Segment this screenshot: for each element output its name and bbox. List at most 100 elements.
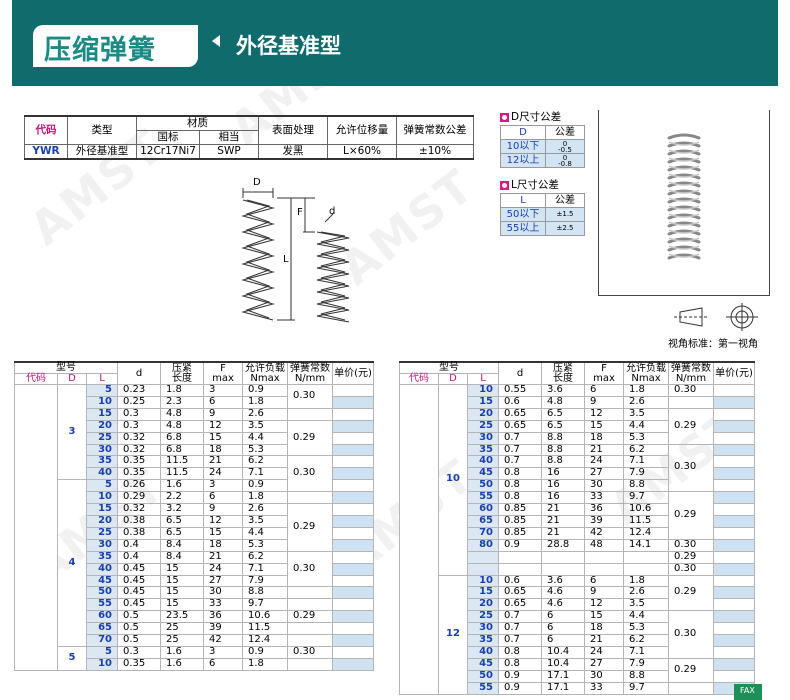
info-std-header: 国标 <box>136 130 200 145</box>
cell-solid: 11.5 <box>160 455 204 469</box>
d-cell: 3 <box>57 383 87 481</box>
cell-solid <box>541 562 585 576</box>
cell-rate: 0.30 <box>668 384 714 397</box>
cell-load: 3.5 <box>242 419 288 433</box>
header-L: L <box>467 373 499 385</box>
cell-load: 12.4 <box>623 526 669 540</box>
cell-rate <box>287 634 333 647</box>
cell-L: 40 <box>86 467 118 481</box>
info-type: 外径基准型 <box>67 144 137 160</box>
cell-solid: 21 <box>541 514 585 528</box>
cell-L: 25 <box>467 610 499 624</box>
cell-load: 8.8 <box>623 669 669 683</box>
cell-load: 4.4 <box>242 526 288 540</box>
cell-L: 30 <box>467 622 499 636</box>
circle-bullet-icon <box>500 112 509 122</box>
cell-d: 0.8 <box>498 467 542 481</box>
cell-rate: 0.30 <box>668 562 714 576</box>
cell-rate <box>287 586 333 600</box>
cell-rate: 0.30 <box>287 645 333 659</box>
cell-F: 24 <box>584 645 624 659</box>
header-solid-2: 长度 <box>172 372 192 384</box>
cell-price <box>332 455 374 469</box>
cell-load: 2.6 <box>623 395 669 409</box>
cell-L <box>467 562 499 576</box>
cell-L: 30 <box>86 443 118 457</box>
cell-L: 5 <box>86 479 118 493</box>
cell-rate <box>287 622 333 636</box>
cell-d: 0.32 <box>117 431 161 445</box>
cell-d: 0.26 <box>117 479 161 493</box>
d-tolerance-table: D 公差 10以下 0 -0.5 12以上 0 -0.8 <box>500 125 585 168</box>
cell-price <box>713 634 755 647</box>
cell-solid: 21 <box>541 503 585 516</box>
header-solid-1: 压紧 <box>172 362 192 374</box>
header-D: D <box>438 373 468 385</box>
header-rate: 弹簧常数 N/mm <box>287 361 333 385</box>
cell-load: 6.2 <box>242 550 288 564</box>
info-surface-header: 表面处理 <box>258 115 328 145</box>
cell-solid: 6.5 <box>160 526 204 540</box>
cell-L: 10 <box>467 384 499 397</box>
cell-load <box>623 562 669 576</box>
cell-F: 6 <box>203 657 243 671</box>
info-disp-header: 允许位移量 <box>327 115 397 145</box>
info-code: YWR <box>24 144 68 160</box>
cell-load: 3.5 <box>623 598 669 612</box>
cell-solid: 1.6 <box>160 479 204 493</box>
cell-solid: 17.1 <box>541 681 585 695</box>
cell-L: 40 <box>467 645 499 659</box>
cell-price <box>332 407 374 421</box>
table-row: 12 10 0.6 3.6 6 1.8 0.29 <box>400 574 755 695</box>
d-cell: 10 <box>438 384 468 576</box>
drawing-label-d: d <box>329 206 335 217</box>
cell-price <box>713 395 755 409</box>
cell-price <box>332 645 374 659</box>
cell-F: 18 <box>584 622 624 636</box>
cell-d: 0.29 <box>117 491 161 505</box>
cell-F: 12 <box>584 598 624 612</box>
cell-d: 0.7 <box>498 443 542 457</box>
header-load-1: 允许负载 <box>245 362 285 374</box>
cell-L: 5 <box>86 384 118 397</box>
cell-load: 1.8 <box>242 657 288 671</box>
cell-price <box>713 503 755 516</box>
cell-price <box>713 538 755 552</box>
cell-d: 0.85 <box>498 503 542 516</box>
cell-load: 0.9 <box>242 384 288 397</box>
view-standard-label: 视角标准：第一视角 <box>668 339 758 350</box>
header-d: d <box>117 361 161 385</box>
cell-rate: 0.29 <box>668 491 714 540</box>
cell-load: 2.6 <box>623 586 669 600</box>
cell-solid: 6.8 <box>160 431 204 445</box>
cell-solid: 8.4 <box>160 550 204 564</box>
fax-badge[interactable]: FAX <box>734 684 762 700</box>
cell-rate: 0.30 <box>668 443 714 493</box>
info-material-header: 材质 <box>136 115 259 131</box>
header-price: 单价(元) <box>332 361 374 385</box>
cell-solid: 25 <box>160 622 204 636</box>
header-f-1: F <box>601 362 607 374</box>
product-photo <box>598 110 770 296</box>
cell-F: 21 <box>203 455 243 469</box>
cell-price <box>713 562 755 576</box>
cell-L: 20 <box>86 514 118 528</box>
code-cell <box>14 384 58 671</box>
cell-F: 42 <box>203 634 243 647</box>
header-rate: 弹簧常数 N/mm <box>668 361 714 385</box>
header-rate-1: 弹簧常数 <box>671 362 711 374</box>
cell-F: 36 <box>203 610 243 624</box>
cell-rate: 0.30 <box>668 538 714 552</box>
info-equiv: SWP <box>199 144 259 160</box>
info-surface: 发黑 <box>258 144 328 160</box>
info-std: 12Cr17Ni7 <box>136 144 200 160</box>
cell-solid: 3.2 <box>160 503 204 516</box>
header-price: 单价(元) <box>713 361 755 385</box>
cell-price <box>713 645 755 659</box>
cell-solid: 6.5 <box>160 514 204 528</box>
cell-L: 50 <box>86 586 118 600</box>
cell-L: 50 <box>467 479 499 493</box>
page-title: 压缩弹簧 <box>44 35 156 66</box>
cell-price <box>332 550 374 564</box>
cell-load: 1.8 <box>242 395 288 409</box>
